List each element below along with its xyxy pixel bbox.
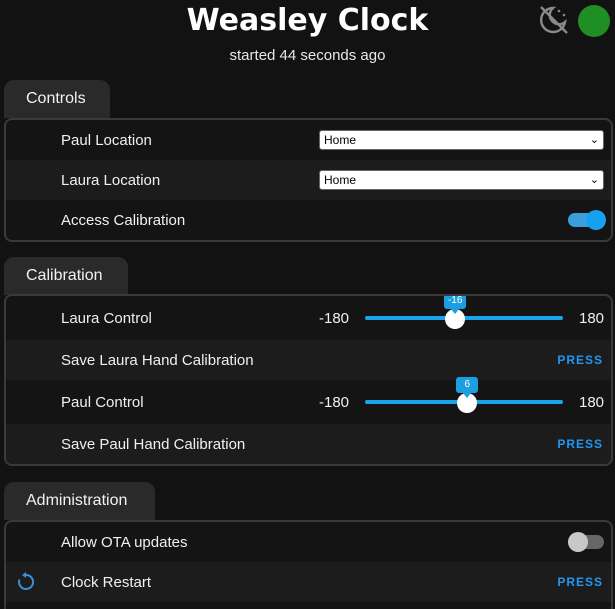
allow-ota-row: Allow OTA updates: [6, 522, 611, 562]
calibration-panel: Laura Control -180 -16 180 Save Laura Ha…: [4, 294, 613, 466]
clock-restart-label: Clock Restart: [61, 573, 152, 591]
laura-location-select[interactable]: Home ⌄: [319, 170, 604, 190]
laura-location-label: Laura Location: [61, 171, 161, 189]
restart-icon: [18, 572, 35, 590]
page-title: Weasley Clock: [186, 3, 429, 38]
paul-location-select[interactable]: Home ⌄: [319, 130, 604, 150]
administration-card: Administration Allow OTA updates Clock R…: [0, 482, 615, 609]
header: Weasley Clock started 44 seconds ago: [0, 0, 615, 78]
access-calibration-row: Access Calibration: [6, 200, 611, 240]
clock-restart-press-button[interactable]: PRESS: [557, 575, 603, 589]
paul-location-value: Home: [324, 133, 357, 147]
save-paul-label: Save Paul Hand Calibration: [61, 435, 246, 453]
controls-panel: Paul Location Home ⌄ Laura Location Home…: [4, 118, 613, 242]
administration-panel: Allow OTA updates Clock Restart PRESS: [4, 520, 613, 609]
laura-control-min: -180: [319, 309, 350, 327]
calibration-card: Calibration Laura Control -180 -16 180 S…: [0, 257, 615, 467]
save-paul-row: Save Paul Hand Calibration PRESS: [6, 424, 611, 464]
administration-tab: Administration: [4, 482, 155, 520]
laura-control-label: Laura Control: [61, 309, 152, 327]
laura-control-value: -16: [444, 296, 467, 314]
paul-location-row: Paul Location Home ⌄: [6, 120, 611, 160]
laura-location-value: Home: [324, 173, 357, 187]
uptime-text: started 44 seconds ago: [229, 47, 386, 64]
paul-control-row: Paul Control -180 6 180: [6, 377, 611, 424]
access-calibration-label: Access Calibration: [61, 211, 186, 229]
paul-location-label: Paul Location: [61, 131, 152, 149]
controls-card: Controls Paul Location Home ⌄ Laura Loca…: [0, 80, 615, 242]
paul-control-max: 180: [579, 393, 605, 411]
save-laura-label: Save Laura Hand Calibration: [61, 351, 254, 369]
save-paul-press-button[interactable]: PRESS: [557, 437, 603, 451]
paul-control-label: Paul Control: [61, 393, 144, 411]
laura-control-row: Laura Control -180 -16 180: [6, 296, 611, 340]
connection-status-indicator: [578, 5, 610, 37]
chevron-down-icon: ⌄: [589, 134, 599, 146]
paul-control-value: 6: [456, 377, 479, 398]
theme-toggle-icon[interactable]: [537, 4, 571, 36]
clock-restart-row: Clock Restart PRESS: [6, 562, 611, 602]
chevron-down-icon: ⌄: [589, 174, 599, 186]
paul-control-min: -180: [319, 393, 350, 411]
laura-control-max: 180: [579, 309, 605, 327]
controls-tab: Controls: [4, 80, 110, 118]
access-calibration-toggle[interactable]: [568, 210, 606, 230]
calibration-tab: Calibration: [4, 257, 128, 295]
save-laura-row: Save Laura Hand Calibration PRESS: [6, 340, 611, 380]
allow-ota-label: Allow OTA updates: [61, 533, 188, 551]
laura-location-row: Laura Location Home ⌄: [6, 160, 611, 200]
allow-ota-toggle[interactable]: [568, 532, 606, 552]
save-laura-press-button[interactable]: PRESS: [557, 353, 603, 367]
